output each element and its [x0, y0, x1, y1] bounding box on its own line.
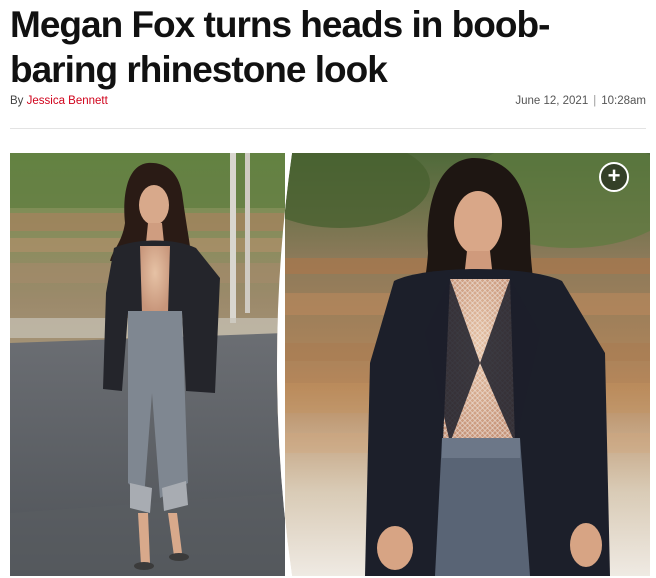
author-link[interactable]: Jessica Bennett — [27, 95, 108, 107]
article-headline: Megan Fox turns heads in boob-baring rhi… — [10, 4, 550, 90]
plus-icon: + — [607, 163, 621, 188]
photo-gallery[interactable] — [10, 153, 650, 576]
date-separator: | — [593, 95, 597, 107]
byline: By Jessica Bennett — [10, 95, 108, 107]
byline-prefix: By — [10, 95, 27, 107]
publish-date: June 12, 2021 — [515, 95, 589, 107]
expand-gallery-button[interactable]: + — [599, 162, 629, 192]
left-photo — [10, 153, 285, 576]
gallery-photos — [10, 153, 650, 576]
right-photo — [277, 153, 650, 576]
dateline: June 12, 2021 | 10:28am — [515, 95, 646, 107]
publish-time: 10:28am — [601, 95, 646, 107]
header-divider — [10, 128, 646, 129]
